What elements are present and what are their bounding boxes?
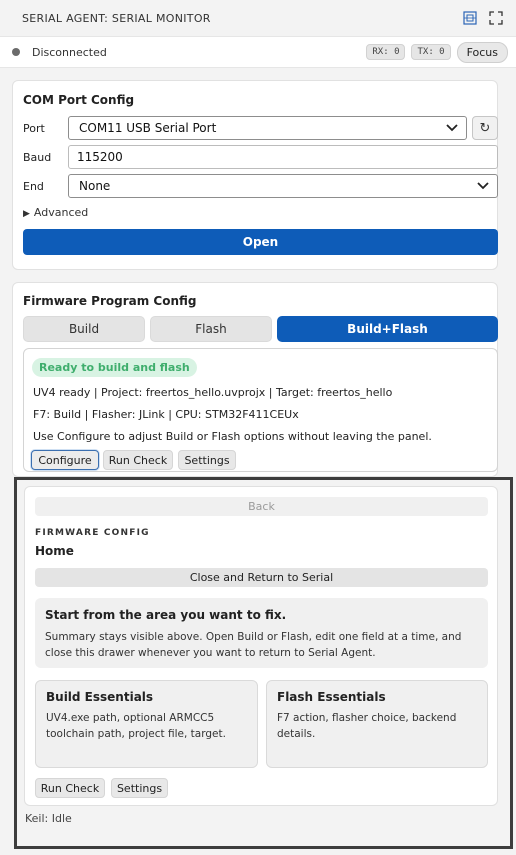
port-row: Port COM11 USB Serial Port ↻	[23, 116, 498, 140]
intro-title: Start from the area you want to fix.	[45, 608, 287, 622]
build-essentials-card[interactable]: Build Essentials UV4.exe path, optional …	[35, 680, 258, 768]
drawer-title: Home	[35, 544, 74, 558]
mode-build-button[interactable]: Build	[23, 316, 145, 342]
build-essentials-text: UV4.exe path, optional ARMCC5 toolchain …	[46, 712, 226, 740]
chevron-down-icon	[477, 179, 489, 193]
panel-header: SERIAL AGENT: SERIAL MONITOR	[0, 0, 516, 36]
drawer-intro: Start from the area you want to fix. Sum…	[35, 598, 488, 668]
focus-button[interactable]: Focus	[456, 41, 508, 63]
port-value: COM11 USB Serial Port	[79, 121, 217, 135]
keil-status: Keil: Idle	[25, 812, 72, 825]
flash-essentials-text: F7 action, flasher choice, backend detai…	[277, 712, 457, 740]
summary-line-1: UV4 ready | Project: freertos_hello.uvpr…	[33, 386, 393, 399]
baud-value: 115200	[77, 150, 123, 164]
end-select[interactable]: None	[68, 174, 498, 198]
flash-essentials-title: Flash Essentials	[277, 690, 386, 704]
summary-line-2: F7: Build | Flasher: JLink | CPU: STM32F…	[33, 408, 299, 421]
back-button[interactable]: Back	[35, 497, 488, 516]
run-check-button[interactable]: Run Check	[103, 450, 173, 470]
firmware-config-card: Firmware Program Config Build Flash Buil…	[12, 282, 498, 477]
baud-label: Baud	[23, 150, 52, 164]
firmware-config-drawer: Back FIRMWARE CONFIG Home Close and Retu…	[24, 486, 498, 806]
open-port-button[interactable]: Open	[23, 229, 498, 255]
end-row: End None	[23, 174, 498, 198]
summary-line-3: Use Configure to adjust Build or Flash o…	[33, 430, 432, 443]
refresh-ports-button[interactable]: ↻	[472, 116, 498, 140]
settings-button[interactable]: Settings	[178, 450, 236, 470]
chevron-down-icon	[446, 121, 458, 135]
advanced-label: Advanced	[33, 206, 89, 219]
baud-input[interactable]: 115200	[68, 145, 498, 169]
mode-build-flash-button[interactable]: Build+Flash	[277, 316, 498, 342]
end-label: End	[23, 179, 44, 193]
connection-status: Disconnected	[32, 45, 107, 59]
port-label: Port	[23, 121, 45, 135]
fullscreen-icon[interactable]	[488, 10, 504, 26]
port-select[interactable]: COM11 USB Serial Port	[68, 116, 467, 140]
com-port-config-title: COM Port Config	[23, 93, 135, 107]
flash-essentials-card[interactable]: Flash Essentials F7 action, flasher choi…	[266, 680, 488, 768]
intro-text: Summary stays visible above. Open Build …	[45, 631, 462, 659]
status-dot	[12, 48, 20, 56]
status-badge: Ready to build and flash	[32, 358, 197, 377]
connection-status-bar: Disconnected RX: 0 TX: 0 Focus	[0, 36, 516, 68]
refresh-icon: ↻	[479, 120, 491, 136]
end-value: None	[79, 179, 111, 193]
tx-counter: TX: 0	[411, 44, 451, 60]
triangle-right-icon: ▶	[23, 209, 30, 219]
firmware-config-title: Firmware Program Config	[23, 294, 197, 308]
advanced-toggle[interactable]: ▶ Advanced	[23, 206, 88, 219]
build-essentials-title: Build Essentials	[46, 690, 154, 704]
rx-counter: RX: 0	[366, 44, 406, 60]
mode-flash-button[interactable]: Flash	[150, 316, 272, 342]
com-port-config-card: COM Port Config Port COM11 USB Serial Po…	[12, 80, 498, 270]
firmware-summary: Ready to build and flash UV4 ready | Pro…	[23, 348, 498, 472]
screenshot-icon[interactable]	[462, 10, 478, 26]
close-return-button[interactable]: Close and Return to Serial	[35, 568, 488, 587]
drawer-run-check-button[interactable]: Run Check	[35, 778, 105, 798]
drawer-settings-button[interactable]: Settings	[111, 778, 168, 798]
configure-button[interactable]: Configure	[31, 450, 99, 470]
drawer-eyebrow: FIRMWARE CONFIG	[35, 528, 150, 538]
baud-row: Baud 115200	[23, 145, 498, 169]
panel-title: SERIAL AGENT: SERIAL MONITOR	[22, 11, 211, 25]
